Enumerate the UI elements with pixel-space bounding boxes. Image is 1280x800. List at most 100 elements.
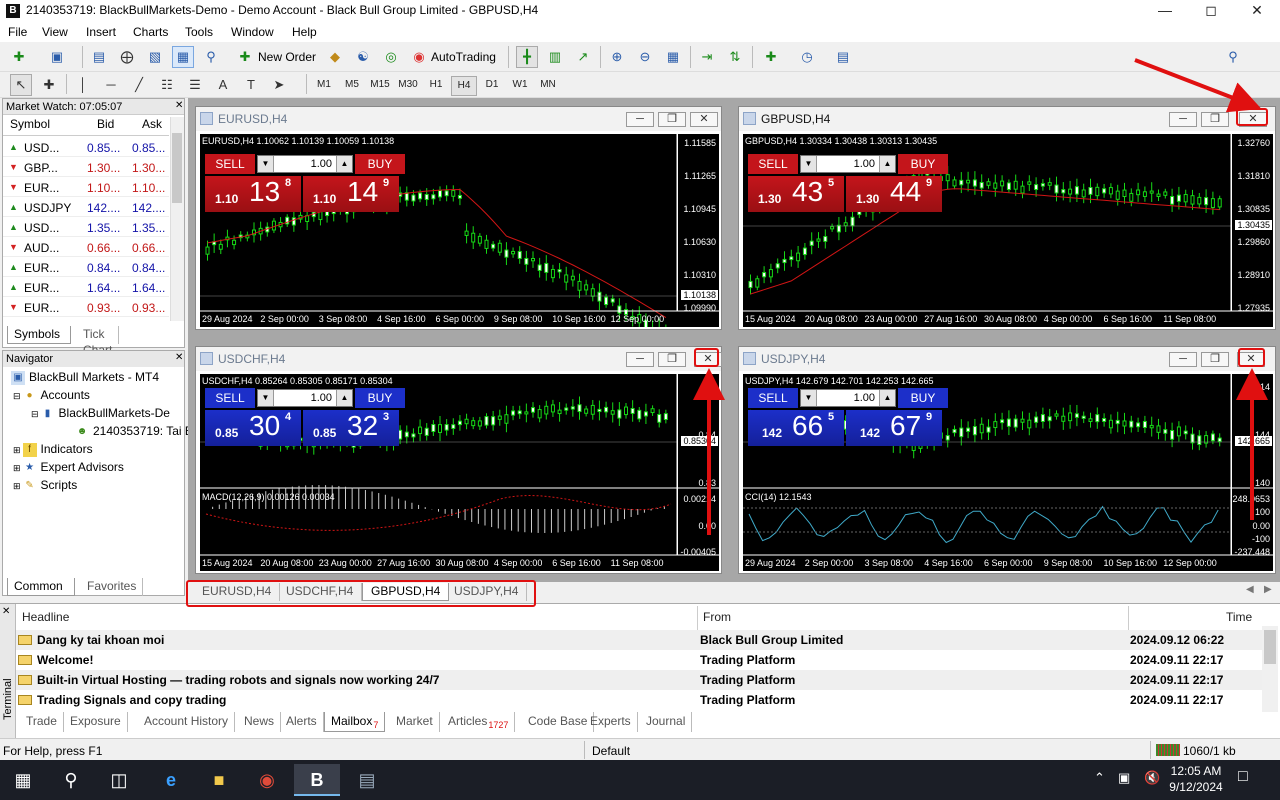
autotrading-icon[interactable]: ◉ [408, 46, 430, 68]
lot-decrease-icon[interactable]: ▼ [258, 390, 274, 406]
nav-accounts[interactable]: ⊟ ● Accounts [13, 388, 90, 403]
arrows-icon[interactable]: ➤ [268, 74, 290, 96]
terminal-tab-journal[interactable]: Journal [640, 712, 693, 732]
plot-gbpusd[interactable]: GBPUSD,H4 1.30334 1.30438 1.30313 1.3043… [743, 134, 1273, 327]
tester-icon[interactable]: ⚲ [200, 46, 222, 68]
chart-minimize-button[interactable]: ─ [626, 112, 654, 127]
plot-eurusd[interactable]: EURUSD,H4 1.10062 1.10139 1.10059 1.1013… [200, 134, 719, 327]
bar-chart-icon[interactable]: ╋ [516, 46, 538, 68]
search-icon[interactable]: ⚲ [1222, 46, 1244, 68]
blackbull-mt4-icon[interactable]: B [294, 764, 340, 796]
sell-price[interactable]: 1.30 43 5 [748, 176, 844, 212]
sell-price[interactable]: 0.85 30 4 [205, 410, 301, 446]
lot-increase-icon[interactable]: ▲ [336, 156, 352, 172]
col-symbol[interactable]: Symbol [10, 117, 50, 131]
new-order-icon[interactable]: ✚ [234, 46, 256, 68]
timeframe-m30[interactable]: M30 [395, 76, 421, 96]
sell-button[interactable]: SELL [205, 388, 255, 408]
message-row[interactable]: Built-in Virtual Hosting — trading robot… [16, 670, 1262, 690]
nav-server[interactable]: ⊟ ▮ BlackBullMarkets-De [31, 406, 170, 421]
lot-decrease-icon[interactable]: ▼ [258, 156, 274, 172]
terminal-tab-market[interactable]: Market [390, 712, 440, 732]
zoom-in-icon[interactable]: ⊕ [606, 46, 628, 68]
terminal-tab-trade[interactable]: Trade [20, 712, 64, 732]
periods-icon[interactable]: ◷ [796, 46, 818, 68]
tab-symbols[interactable]: Symbols [7, 326, 71, 344]
action-center-icon[interactable]: □ [1238, 768, 1248, 786]
market-watch-row[interactable]: ▲ USD... 1.35... 1.35... [3, 217, 169, 237]
chart-shift-icon[interactable]: ⇥ [696, 46, 718, 68]
fibonacci-icon[interactable]: ☰ [184, 74, 206, 96]
timeframe-h1[interactable]: H1 [423, 76, 449, 96]
message-row[interactable]: Welcome! Trading Platform 2024.09.11 22:… [16, 650, 1262, 670]
market-watch-row[interactable]: ▲ EUR... 0.84... 0.84... [3, 257, 169, 277]
col-time[interactable]: Time [1226, 610, 1252, 624]
sell-button[interactable]: SELL [748, 388, 798, 408]
lot-increase-icon[interactable]: ▲ [879, 156, 895, 172]
chart-window-eurusd[interactable]: EURUSD,H4 ─ ❐ ✕ EURUSD,H4 1.10062 1.1013… [195, 106, 722, 330]
market-watch-row[interactable]: ▲ USD... 0.85... 0.85... [3, 137, 169, 157]
terminal-tab-alerts[interactable]: Alerts [280, 712, 324, 732]
volume-muted-icon[interactable]: 🔇 [1144, 770, 1160, 786]
market-watch-row[interactable]: ▲ USDJPY 142.... 142.... [3, 197, 169, 217]
network-icon[interactable]: ▣ [1118, 770, 1130, 786]
cursor-icon[interactable]: ↖ [10, 74, 32, 96]
lot-increase-icon[interactable]: ▲ [879, 390, 895, 406]
market-watch-row[interactable]: ▼ EUR... 0.93... 0.93... [3, 297, 169, 317]
market-watch-row[interactable]: ▼ GBP... 1.30... 1.30... [3, 157, 169, 177]
buy-button[interactable]: BUY [898, 154, 948, 174]
menu-charts[interactable]: Charts [133, 25, 168, 39]
screenshot-tool-icon[interactable]: ▤ [344, 764, 390, 796]
buy-button[interactable]: BUY [355, 154, 405, 174]
buy-price[interactable]: 1.10 14 9 [303, 176, 399, 212]
text-label-icon[interactable]: T [240, 74, 262, 96]
buy-price[interactable]: 1.30 44 9 [846, 176, 942, 212]
navigator-close-icon[interactable]: ✕ [175, 352, 183, 363]
nav-indicators[interactable]: ⊞ f Indicators [13, 442, 93, 457]
clock-date[interactable]: 9/12/2024 [1164, 780, 1228, 794]
nav-root[interactable]: ▣ BlackBull Markets - MT4 [11, 370, 159, 385]
lot-size-field[interactable]: ▼ 1.00 ▲ [257, 389, 353, 407]
maximize-button[interactable]: ◻ [1188, 0, 1234, 22]
col-headline[interactable]: Headline [22, 610, 69, 624]
col-from[interactable]: From [703, 610, 731, 624]
metaeditor-icon[interactable]: ◆ [324, 46, 346, 68]
buy-price[interactable]: 0.85 32 3 [303, 410, 399, 446]
market-watch-scroll-thumb[interactable] [172, 133, 182, 203]
trendline-icon[interactable]: ╱ [128, 74, 150, 96]
chart-minimize-button[interactable]: ─ [1169, 352, 1197, 367]
lot-size-field[interactable]: ▼ 1.00 ▲ [257, 155, 353, 173]
nav-scripts[interactable]: ⊞ ✎ Scripts [13, 478, 77, 493]
timeframe-m5[interactable]: M5 [339, 76, 365, 96]
menu-view[interactable]: View [42, 25, 68, 39]
terminal-tab-mailbox[interactable]: Mailbox7 [324, 712, 386, 732]
chart-window-gbpusd[interactable]: GBPUSD,H4 ─ ❐ ✕ GBPUSD,H4 1.30334 1.3043… [738, 106, 1276, 330]
message-row[interactable]: Trading Signals and copy trading Trading… [16, 690, 1262, 710]
tab-favorites[interactable]: Favorites [81, 578, 144, 596]
terminal-tab-account-history[interactable]: Account History [138, 712, 236, 732]
crosshair-icon[interactable]: ✚ [38, 74, 60, 96]
signals-icon[interactable]: ◎ [380, 46, 402, 68]
new-order-button[interactable]: New Order [258, 50, 316, 64]
tile-windows-icon[interactable]: ▦ [662, 46, 684, 68]
lot-size-field[interactable]: ▼ 1.00 ▲ [800, 389, 896, 407]
terminal-icon[interactable]: ▦ [172, 46, 194, 68]
tab-tick-chart[interactable]: Tick Chart [77, 326, 120, 357]
lot-increase-icon[interactable]: ▲ [336, 390, 352, 406]
lot-decrease-icon[interactable]: ▼ [801, 390, 817, 406]
nav-expert-advisors[interactable]: ⊞ ★ Expert Advisors [13, 460, 124, 475]
market-watch-row[interactable]: ▲ EUR... 1.64... 1.64... [3, 277, 169, 297]
terminal-tab-articles[interactable]: Articles1727 [442, 712, 516, 732]
terminal-tab-news[interactable]: News [238, 712, 282, 732]
horizontal-line-icon[interactable]: ─ [100, 74, 122, 96]
chart-restore-button[interactable]: ❐ [658, 352, 686, 367]
market-watch-row[interactable]: ▼ EUR... 1.10... 1.10... [3, 177, 169, 197]
indicators-icon[interactable]: ✚ [760, 46, 782, 68]
clock-time[interactable]: 12:05 AM [1164, 764, 1228, 778]
menu-file[interactable]: File [8, 25, 27, 39]
channel-icon[interactable]: ☷ [156, 74, 178, 96]
task-view-icon[interactable]: ◫ [96, 764, 142, 796]
chart-restore-button[interactable]: ❐ [1201, 352, 1229, 367]
text-icon[interactable]: A [212, 74, 234, 96]
col-bid[interactable]: Bid [97, 117, 114, 131]
